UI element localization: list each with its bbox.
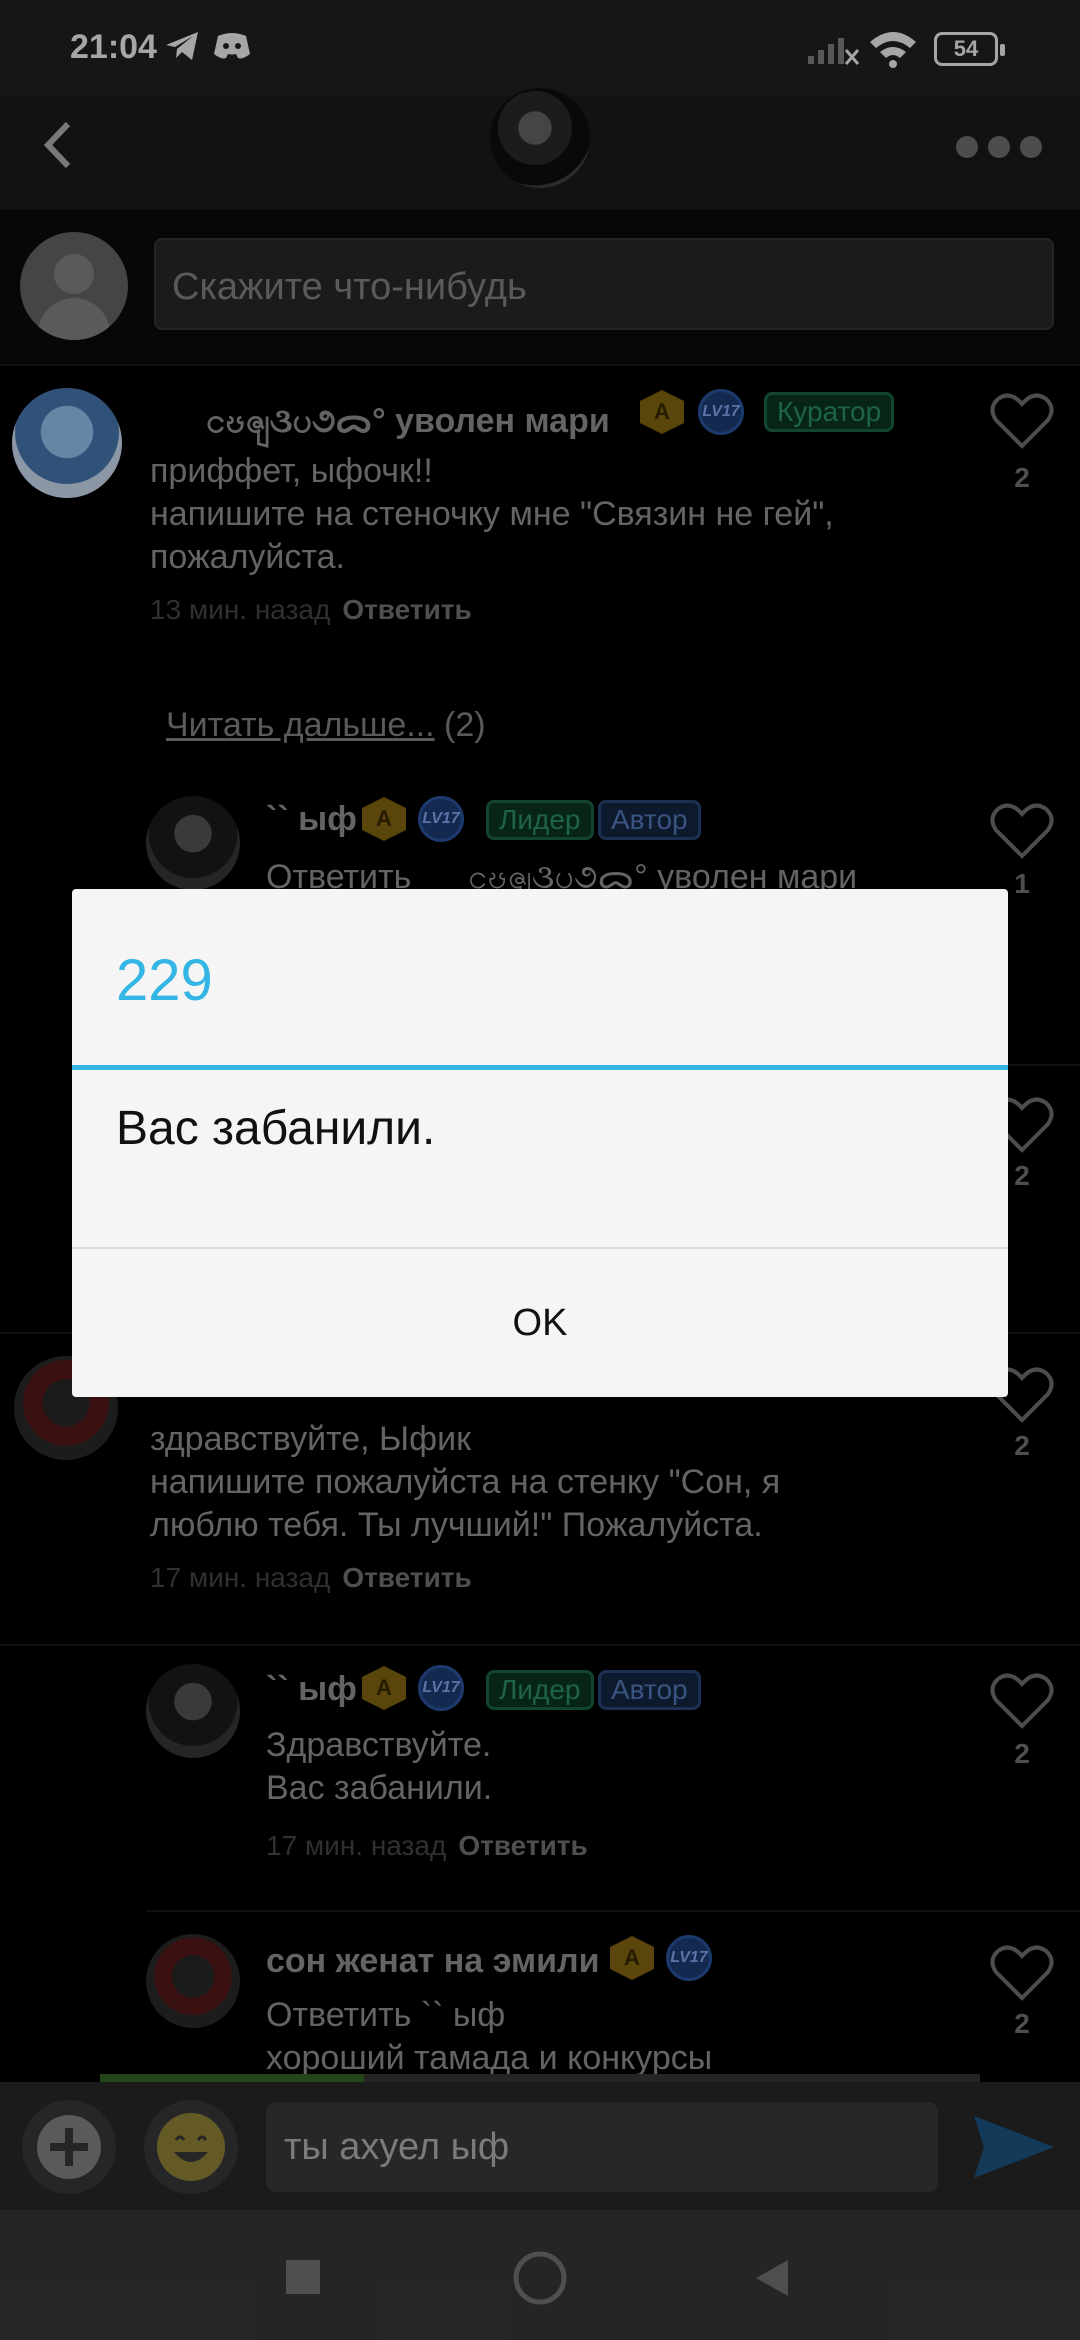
alert-dialog: 229 Вас забанили. OK <box>72 889 1008 1397</box>
avatar[interactable] <box>146 796 240 890</box>
comment-author[interactable]: `` ыф <box>266 800 357 839</box>
heart-icon[interactable] <box>990 1672 1054 1730</box>
status-bar: 21:04 54 <box>0 0 1080 96</box>
plus-icon <box>37 2115 101 2179</box>
progress-fill <box>100 2074 364 2082</box>
comment-author[interactable]: ငၓၛ૩ပ૭ᯅ° уволен мари <box>206 396 610 449</box>
ok-button[interactable]: OK <box>72 1249 1008 1397</box>
badge-icon: A <box>610 1936 654 1980</box>
reply-button[interactable]: Ответить <box>458 1830 587 1861</box>
reply-button[interactable]: Ответить <box>342 1562 471 1593</box>
reply-button[interactable]: Ответить <box>342 594 471 625</box>
battery-indicator: 54 <box>934 32 1005 66</box>
comment-time: 17 мин. назад <box>150 1562 331 1593</box>
role-badge-leader: Лидер <box>486 1670 594 1710</box>
navigation-bar <box>0 2210 1080 2340</box>
dialog-message: Вас забанили. <box>116 1102 436 1155</box>
badge-icon: A <box>362 1666 406 1710</box>
dialog-title-divider <box>72 1065 1008 1070</box>
heart-icon[interactable] <box>990 392 1054 450</box>
level-badge: LV17 <box>418 1665 464 1711</box>
signal-icon <box>808 38 860 65</box>
emoji-button[interactable] <box>144 2100 238 2194</box>
avatar[interactable] <box>146 1934 240 2028</box>
comment-composer: Скажите что-нибудь <box>0 210 1080 366</box>
back-triangle-icon[interactable] <box>752 2258 790 2298</box>
role-badge-author: Автор <box>598 800 701 840</box>
recents-square-icon[interactable] <box>284 2258 322 2296</box>
chat-avatar[interactable] <box>490 88 590 188</box>
telegram-icon <box>166 32 198 60</box>
add-button[interactable] <box>22 2100 116 2194</box>
level-badge: LV17 <box>418 796 464 842</box>
comment-input[interactable]: Скажите что-нибудь <box>154 238 1054 330</box>
like-count: 2 <box>1014 462 1030 493</box>
level-badge: LV17 <box>698 389 744 435</box>
avatar[interactable] <box>12 388 122 498</box>
level-badge: LV17 <box>666 1935 712 1981</box>
status-time: 21:04 <box>70 28 157 66</box>
role-badge-author: Автор <box>598 1670 701 1710</box>
dialog-title: 229 <box>116 948 213 1013</box>
more-dots-icon[interactable] <box>956 136 1046 158</box>
chevron-left-icon[interactable] <box>38 120 78 170</box>
comment-author[interactable]: сон женат на эмили <box>266 1942 600 1981</box>
comment-meta: 17 мин. назад Ответить <box>150 1562 472 1594</box>
comment-meta: 17 мин. назад Ответить <box>266 1830 588 1862</box>
comment-text: Здравствуйте. Вас забанили. <box>266 1726 493 1807</box>
read-more-link[interactable]: Читать дальше... (2) <box>166 706 486 745</box>
badge-icon: A <box>362 797 406 841</box>
message-input[interactable]: ты ахуел ыф <box>266 2102 938 2192</box>
upload-progress-bar <box>100 2074 980 2082</box>
read-more-count: (2) <box>444 706 486 744</box>
discord-icon <box>214 33 250 59</box>
heart-icon[interactable] <box>990 1944 1054 2002</box>
send-icon[interactable] <box>968 2112 1058 2182</box>
read-more-label[interactable]: Читать дальше... <box>166 706 435 744</box>
comment-time: 17 мин. назад <box>266 1830 447 1861</box>
comment-meta: 13 мин. назад Ответить <box>150 594 472 626</box>
comment-text: Ответить `` ыф хороший тамада и конкурсы <box>266 1996 713 2077</box>
comment-author[interactable]: `` ыф <box>266 1670 357 1709</box>
like-count: 2 <box>1014 1738 1030 1769</box>
smile-icon <box>157 2113 225 2181</box>
badge-icon: A <box>640 390 684 434</box>
role-badge-curator: Куратор <box>764 392 895 432</box>
comment-text: здравствуйте, Ыфик напишите пожалуйста н… <box>150 1420 781 1544</box>
wifi-icon <box>870 32 916 68</box>
role-badge-leader: Лидер <box>486 800 594 840</box>
avatar <box>20 232 128 340</box>
like-count: 2 <box>1014 1430 1030 1461</box>
like-count: 2 <box>1014 2008 1030 2039</box>
heart-icon[interactable] <box>990 802 1054 860</box>
comment-text: приффет, ыфочк!! напишите на стеночку мн… <box>150 452 834 576</box>
divider <box>146 1910 1080 1912</box>
avatar[interactable] <box>146 1664 240 1758</box>
divider <box>0 1644 1080 1646</box>
comment-time: 13 мин. назад <box>150 594 331 625</box>
home-circle-icon[interactable] <box>512 2250 568 2306</box>
